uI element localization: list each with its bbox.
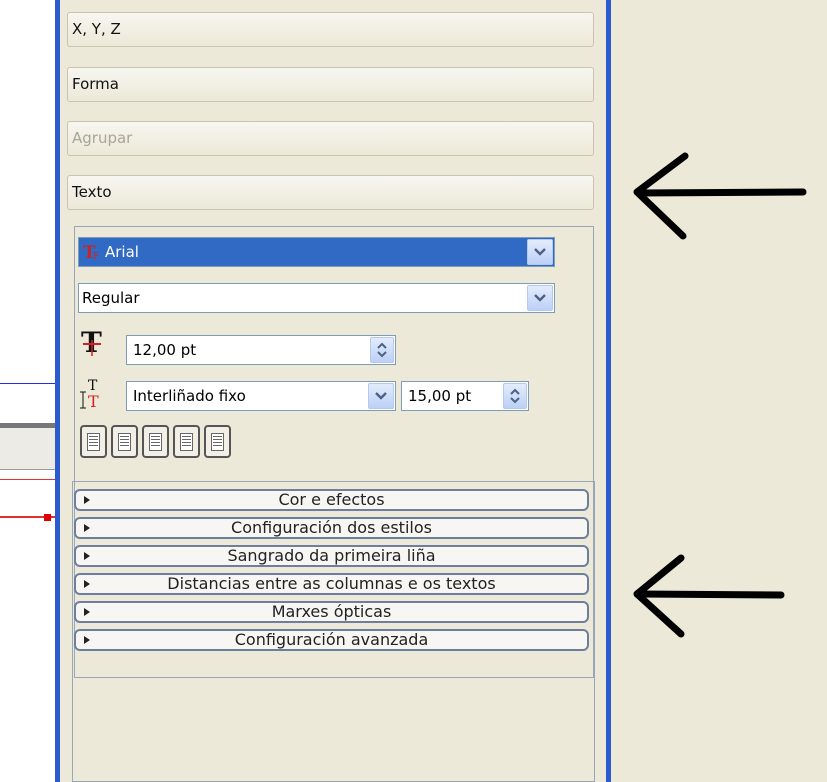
expander-distancias[interactable]: Distancias entre as columnas e os textos [74,573,589,595]
chevron-down-icon[interactable] [527,285,553,311]
chevron-down-icon[interactable] [527,239,553,265]
expander-label: Cor e efectos [278,490,385,509]
font-style-select[interactable]: Regular [78,283,555,313]
font-size-icon: T [79,326,107,359]
section-texto[interactable]: Texto [67,175,594,210]
expander-cor-efectos[interactable]: Cor e efectos [74,489,589,511]
line-spacing-mode-value: Interliñado fixo [133,387,246,405]
window-background [611,0,827,782]
align-right-button[interactable] [142,425,169,458]
expander-configuracion-estilos[interactable]: Configuración dos estilos [74,517,589,539]
canvas-guide-blue [0,383,55,384]
expand-triangle-icon [84,580,90,588]
canvas-frame-edge [0,469,55,470]
line-spacing-mode-select[interactable]: Interliñado fixo [126,381,396,411]
canvas-handle[interactable] [44,514,51,521]
align-left-button[interactable] [80,425,107,458]
section-forma[interactable]: Forma [67,67,594,102]
section-agrupar: Agrupar [67,121,594,156]
font-family-value: Arial [105,243,139,261]
spinner-arrows-icon[interactable] [370,337,394,363]
spinner-arrows-icon[interactable] [503,383,527,409]
chevron-down-icon[interactable] [368,383,394,409]
align-force-justify-button[interactable] [204,425,231,458]
expander-sangrado[interactable]: Sangrado da primeira liña [74,545,589,567]
properties-panel: X, Y, Z Forma Agrupar Texto T F Arial Re… [60,0,606,782]
align-center-icon [118,433,131,451]
expander-label: Configuración avanzada [234,630,429,649]
expander-configuracion-avanzada[interactable]: Configuración avanzada [74,629,589,651]
font-size-value: 12,00 pt [133,341,197,359]
align-force-justify-icon [211,433,224,451]
expander-label: Sangrado da primeira liña [227,546,436,565]
align-left-icon [87,433,100,451]
section-xyz[interactable]: X, Y, Z [67,12,594,47]
arrow-left-icon [633,554,785,638]
font-family-select[interactable]: T F Arial [78,237,555,267]
align-right-icon [149,433,162,451]
font-style-value: Regular [82,289,140,307]
expander-label: Configuración dos estilos [231,518,432,537]
expander-label: Marxes ópticas [271,602,392,621]
expand-triangle-icon [84,552,90,560]
expand-triangle-icon [84,524,90,532]
expander-label: Distancias entre as columnas e os textos [167,574,496,593]
align-justify-icon [180,433,193,451]
font-type-icon: T F [83,242,101,263]
canvas-guide-red [0,479,55,480]
svg-text:F: F [93,252,99,262]
line-spacing-icon: T T [79,376,107,411]
line-spacing-value-input[interactable]: 15,00 pt [401,381,529,411]
expand-triangle-icon [84,636,90,644]
canvas-frame-shade [0,428,55,469]
arrow-left-icon [633,152,807,240]
expand-triangle-icon [84,496,90,504]
font-size-input[interactable]: 12,00 pt [126,335,396,365]
expander-marxes-opticas[interactable]: Marxes ópticas [74,601,589,623]
panel-border-right [606,0,611,782]
svg-text:T: T [88,392,99,410]
line-spacing-value: 15,00 pt [408,387,472,405]
align-justify-button[interactable] [173,425,200,458]
align-center-button[interactable] [111,425,138,458]
expand-triangle-icon [84,608,90,616]
